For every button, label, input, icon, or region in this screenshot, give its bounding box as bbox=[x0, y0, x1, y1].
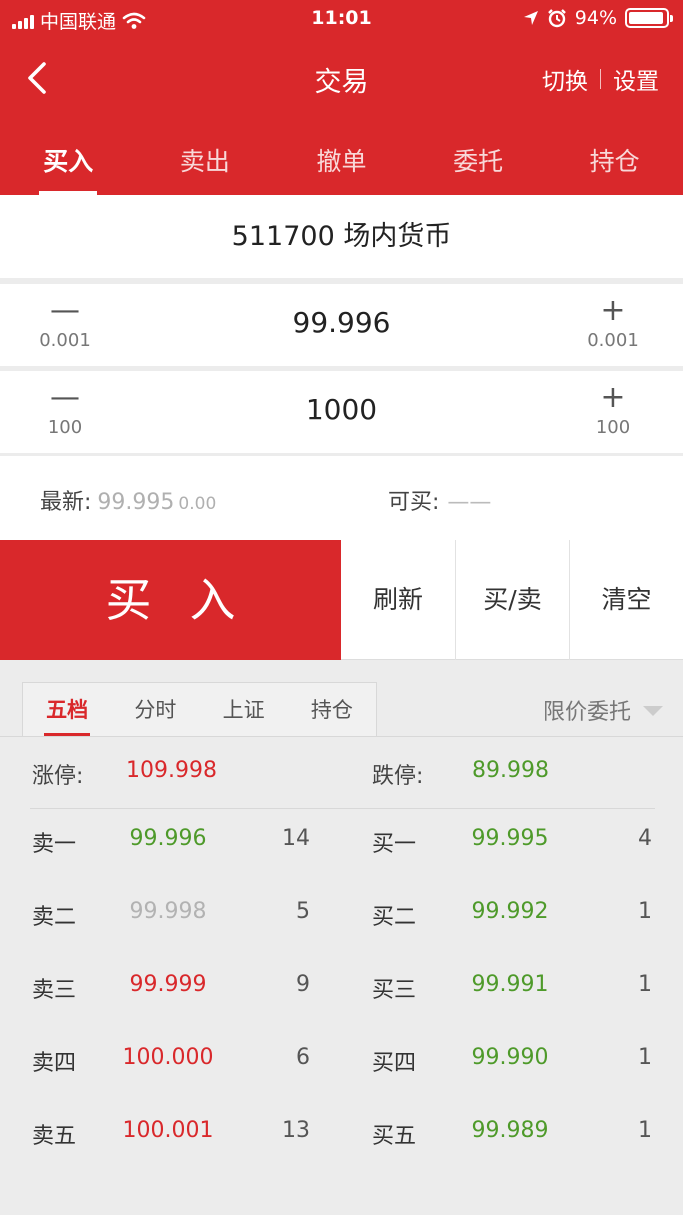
action-bar: 买入 刷新 买/卖 清空 bbox=[0, 540, 683, 660]
plus-icon: + bbox=[600, 380, 626, 415]
tab-buy[interactable]: 买入 bbox=[0, 128, 137, 195]
buy-level-qty: 1 bbox=[638, 1118, 652, 1143]
tab-intraday[interactable]: 分时 bbox=[111, 683, 199, 736]
sell-level-label: 卖四 bbox=[32, 1051, 77, 1076]
buy-level-label: 买四 bbox=[372, 1051, 417, 1076]
buy-level-label: 买一 bbox=[372, 832, 417, 857]
price-stepper: — 0.001 99.996 + 0.001 bbox=[0, 284, 683, 366]
buy-level-price[interactable]: 99.992 bbox=[460, 899, 560, 924]
stock-selector[interactable]: 511700 场内货币 bbox=[0, 195, 683, 278]
sell-level-label: 卖二 bbox=[32, 905, 77, 930]
quote-tabs: 五档 分时 上证 持仓 bbox=[22, 682, 377, 736]
alarm-icon bbox=[547, 9, 566, 28]
clear-button[interactable]: 清空 bbox=[569, 540, 683, 660]
tab-cancel-order[interactable]: 撤单 bbox=[273, 128, 410, 195]
limit-up-label: 涨停: bbox=[32, 764, 84, 789]
buy-level-qty: 1 bbox=[638, 1045, 652, 1070]
tab-shanghai-index[interactable]: 上证 bbox=[200, 683, 288, 736]
battery-fill bbox=[629, 12, 663, 24]
order-book-row: 卖四 100.000 6 买四 99.990 1 bbox=[0, 1045, 683, 1085]
order-type-select[interactable]: 限价委托 bbox=[543, 694, 663, 726]
sell-level-qty: 5 bbox=[296, 899, 310, 924]
buy-level-label: 买五 bbox=[372, 1124, 417, 1149]
price-step-label: 0.001 bbox=[587, 330, 639, 351]
buy-level-price[interactable]: 99.991 bbox=[460, 972, 560, 997]
order-type-label: 限价委托 bbox=[542, 700, 631, 725]
latest-change: 0.00 bbox=[178, 494, 217, 514]
quantity-decrease-button[interactable]: — 100 bbox=[25, 380, 105, 439]
quote-info: 最新: 99.995 0.00 可买: —— bbox=[0, 456, 683, 540]
tab-holdings[interactable]: 持仓 bbox=[288, 683, 376, 736]
panel-divider bbox=[0, 736, 683, 737]
tab-five-levels[interactable]: 五档 bbox=[23, 683, 111, 736]
limit-down-value: 89.998 bbox=[472, 758, 549, 783]
switch-button[interactable]: 切换 bbox=[542, 62, 588, 96]
buyable-block: 可买: —— bbox=[388, 484, 491, 516]
tab-orders[interactable]: 委托 bbox=[410, 128, 547, 195]
buy-level-qty: 1 bbox=[638, 899, 652, 924]
dropdown-caret-icon bbox=[643, 706, 663, 716]
order-book-row: 卖五 100.001 13 买五 99.989 1 bbox=[0, 1118, 683, 1158]
limit-up-value: 109.998 bbox=[126, 758, 217, 783]
order-book-row: 卖一 99.996 14 买一 99.995 4 bbox=[0, 826, 683, 866]
quantity-step-label: 100 bbox=[47, 417, 83, 438]
refresh-button[interactable]: 刷新 bbox=[341, 540, 455, 660]
price-step-label: 0.001 bbox=[39, 330, 91, 351]
buy-level-qty: 1 bbox=[638, 972, 652, 997]
sell-level-price[interactable]: 99.999 bbox=[118, 972, 218, 997]
quantity-increase-button[interactable]: + 100 bbox=[573, 380, 653, 439]
latest-price: 99.995 bbox=[97, 490, 175, 515]
nav-actions: 切换 设置 bbox=[542, 62, 659, 96]
sell-level-price[interactable]: 100.000 bbox=[118, 1045, 218, 1070]
settings-button[interactable]: 设置 bbox=[613, 62, 659, 96]
buy-level-price[interactable]: 99.989 bbox=[460, 1118, 560, 1143]
buy-sell-toggle-button[interactable]: 买/卖 bbox=[455, 540, 569, 660]
price-limits: 涨停: 109.998 跌停: 89.998 bbox=[0, 758, 683, 789]
buyable-label: 可买: bbox=[388, 490, 440, 515]
tab-sell[interactable]: 卖出 bbox=[137, 128, 274, 195]
buy-submit-button[interactable]: 买入 bbox=[0, 540, 341, 660]
sell-level-price[interactable]: 99.998 bbox=[118, 899, 218, 924]
buy-level-label: 买二 bbox=[372, 905, 417, 930]
quantity-stepper: — 100 1000 + 100 bbox=[0, 371, 683, 453]
tab-positions[interactable]: 持仓 bbox=[546, 128, 683, 195]
sell-level-label: 卖五 bbox=[32, 1124, 77, 1149]
order-book-row: 卖三 99.999 9 买三 99.991 1 bbox=[0, 972, 683, 1012]
minus-icon: — bbox=[50, 293, 80, 328]
minus-icon: — bbox=[50, 380, 80, 415]
plus-icon: + bbox=[600, 293, 626, 328]
status-bar: 中国联通 11:01 94% bbox=[0, 0, 683, 38]
quantity-step-label: 100 bbox=[595, 417, 631, 438]
sell-level-label: 卖三 bbox=[32, 978, 77, 1003]
trade-tabs: 买入 卖出 撤单 委托 持仓 bbox=[0, 128, 683, 195]
status-right: 94% bbox=[523, 7, 673, 29]
sell-level-qty: 13 bbox=[282, 1118, 310, 1143]
price-input[interactable]: 99.996 bbox=[293, 306, 391, 339]
nav-divider bbox=[600, 69, 601, 89]
battery-icon bbox=[625, 8, 673, 28]
top-header: 中国联通 11:01 94% 交易 切换 设置 买入 卖出 撤单 委托 持仓 bbox=[0, 0, 683, 195]
latest-price-block: 最新: 99.995 0.00 bbox=[40, 484, 216, 516]
price-decrease-button[interactable]: — 0.001 bbox=[25, 293, 105, 352]
sell-level-qty: 14 bbox=[282, 826, 310, 851]
buy-level-qty: 4 bbox=[638, 826, 652, 851]
limit-down-label: 跌停: bbox=[372, 764, 424, 789]
sell-level-qty: 9 bbox=[296, 972, 310, 997]
buyable-value: —— bbox=[447, 490, 492, 515]
order-book-row: 卖二 99.998 5 买二 99.992 1 bbox=[0, 899, 683, 939]
nav-bar: 交易 切换 设置 bbox=[0, 44, 683, 110]
quantity-input[interactable]: 1000 bbox=[306, 393, 377, 426]
buy-level-price[interactable]: 99.995 bbox=[460, 826, 560, 851]
buy-level-label: 买三 bbox=[372, 978, 417, 1003]
sell-level-price[interactable]: 100.001 bbox=[118, 1118, 218, 1143]
sell-level-label: 卖一 bbox=[32, 832, 77, 857]
buy-level-price[interactable]: 99.990 bbox=[460, 1045, 560, 1070]
latest-label: 最新: bbox=[40, 490, 92, 515]
sell-level-price[interactable]: 99.996 bbox=[118, 826, 218, 851]
location-icon bbox=[523, 11, 538, 25]
price-increase-button[interactable]: + 0.001 bbox=[573, 293, 653, 352]
battery-percent: 94% bbox=[574, 7, 617, 29]
order-book-divider bbox=[30, 808, 655, 809]
sell-level-qty: 6 bbox=[296, 1045, 310, 1070]
